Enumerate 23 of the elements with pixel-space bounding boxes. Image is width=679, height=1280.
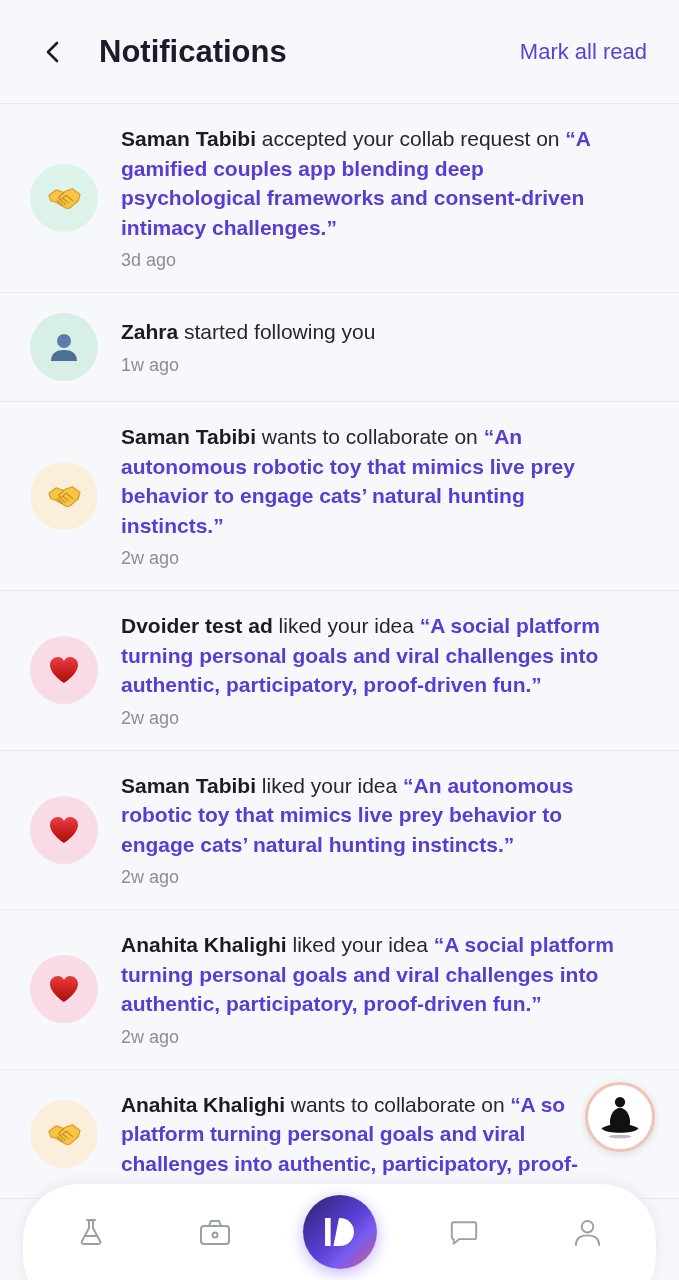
notification-text: Zahra started following you — [121, 319, 377, 346]
camera-icon[interactable] — [199, 1218, 232, 1246]
timestamp: 2w ago — [121, 706, 181, 730]
notification-text: Anahita Khalighi liked your idea “A social platform turning personal goals and viral challenges into authentic, participatory, proof-driven fun.” — [121, 932, 615, 1017]
notification-text: Anahita Khalighi wants to collaborate on “A so platform turning personal goals and viral challenges into authentic, participatory, proof- — [121, 1091, 579, 1177]
timestamp: 2w ago — [121, 547, 181, 570]
notification-text: Saman Tabibi liked your idea “An autonomous robotic toy that mimics live prey behavior to engage cats’ natural hunting instincts.” — [121, 772, 575, 858]
page-title: Notifications — [99, 33, 287, 70]
mark-all-read-button[interactable]: Mark all read — [519, 38, 647, 65]
notification-text: Dvoider test ad liked your idea “A social platform turning personal goals and viral challenges into authentic, participatory, proof-driven fun.” — [121, 613, 601, 698]
timestamp: 2w ago — [121, 866, 181, 889]
logo-button[interactable] — [302, 1195, 377, 1269]
timestamp: 2w ago — [121, 1025, 181, 1049]
notification-text: Saman Tabibi accepted your collab request on “A gamified couples app blending deep psychological frameworks and consent-driven intimacy challenges.” — [121, 126, 592, 241]
chat-bubble-icon[interactable] — [448, 1218, 479, 1246]
timestamp: 3d ago — [121, 249, 178, 272]
flask-icon[interactable] — [79, 1218, 104, 1246]
meditation-button[interactable] — [585, 1082, 655, 1152]
notification-text: Saman Tabibi wants to collaborate on “An autonomous robotic toy that mimics live prey behavior to engage cats’ natural hunting instincts.” — [121, 424, 576, 539]
logo-icon — [325, 1218, 354, 1246]
person-icon[interactable] — [574, 1218, 602, 1246]
chevron-left-icon[interactable] — [45, 40, 59, 63]
timestamp: 1w ago — [121, 353, 181, 377]
